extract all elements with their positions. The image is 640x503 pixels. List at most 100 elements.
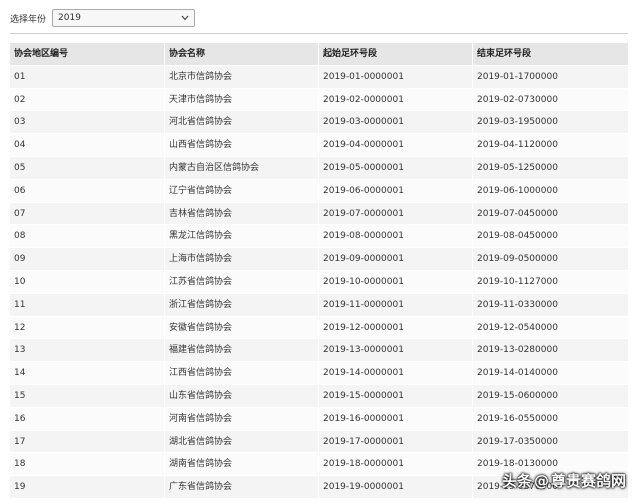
cell-association-name: 辽宁省信鸽协会 [165, 179, 319, 202]
header-start-range: 起始足环号段 [319, 43, 473, 65]
table-row: 07 吉林省信鸽协会 2019-07-0000001 2019-07-0450000 [10, 202, 628, 226]
table-row: 12 安徽省信鸽协会 2019-12-0000001 2019-12-0540000 [10, 316, 628, 340]
table-row: 02 天津市信鸽协会 2019-02-0000001 2019-02-0730000 [10, 88, 628, 112]
table-row: 15 山东省信鸽协会 2019-15-0000001 2019-15-0600000 [10, 384, 628, 408]
table-row: 05 内蒙古自治区信鸽协会 2019-05-0000001 2019-05-12500… [10, 156, 628, 180]
cell-association-name: 河南省信鸽协会 [165, 407, 319, 430]
table-header-row: 协会地区编号 协会名称 起始足环号段 结束足环号段 [10, 43, 628, 66]
cell-end-range: 2019-10-1127000 [473, 270, 628, 293]
cell-start-range: 2019-03-0000001 [319, 111, 473, 134]
cell-region-code: 14 [10, 362, 165, 384]
cell-region-code: 18 [10, 453, 165, 476]
table-row: 17 湖北省信鸽协会 2019-17-0000001 2019-17-0350000 [10, 430, 628, 454]
cell-start-range: 2019-05-0000001 [319, 156, 473, 179]
cell-association-name: 黑龙江信鸽协会 [165, 225, 319, 248]
table-row: 16 河南省信鸽协会 2019-16-0000001 2019-16-0550000 [10, 407, 628, 431]
cell-region-code: 07 [10, 202, 165, 225]
cell-region-code: 03 [10, 111, 165, 134]
cell-region-code: 11 [10, 293, 165, 316]
watermark: 头条 @ 尊贵赛鸽网 [502, 470, 626, 491]
table-row: 13 福建省信鸽协会 2019-13-0000001 2019-13-0280000 [10, 339, 628, 363]
cell-region-code: 01 [10, 65, 165, 88]
table-row: 08 黑龙江信鸽协会 2019-08-0000001 2019-08-0450000 [10, 225, 628, 249]
cell-end-range: 2019-11-0330000 [473, 293, 628, 316]
cell-start-range: 2019-18-0000001 [319, 453, 473, 476]
divider [10, 33, 628, 34]
cell-end-range: 2019-07-0450000 [473, 202, 628, 225]
cell-start-range: 2019-19-0000001 [319, 476, 473, 498]
cell-association-name: 湖南省信鸽协会 [165, 453, 319, 476]
cell-start-range: 2019-01-0000001 [319, 65, 473, 88]
cell-region-code: 19 [10, 476, 165, 498]
cell-region-code: 05 [10, 156, 165, 179]
cell-start-range: 2019-12-0000001 [319, 316, 473, 339]
year-filter: 选择年份 2019 [10, 8, 196, 28]
cell-end-range: 2019-01-1700000 [473, 65, 628, 88]
cell-association-name: 广东省信鸽协会 [165, 476, 319, 498]
cell-start-range: 2019-15-0000001 [319, 384, 473, 407]
cell-region-code: 17 [10, 430, 165, 453]
header-association-name: 协会名称 [165, 43, 319, 65]
watermark-prefix: 头条 [501, 472, 532, 490]
cell-region-code: 02 [10, 88, 165, 111]
cell-end-range: 2019-08-0450000 [473, 225, 628, 248]
cell-start-range: 2019-17-0000001 [319, 430, 473, 453]
cell-end-range: 2019-06-1000000 [473, 179, 628, 202]
cell-region-code: 08 [10, 225, 165, 248]
cell-start-range: 2019-02-0000001 [319, 88, 473, 111]
cell-end-range: 2019-09-0500000 [473, 248, 628, 270]
watermark-name: 尊贵赛鸽网 [550, 472, 626, 490]
cell-region-code: 16 [10, 407, 165, 430]
cell-association-name: 上海市信鸽协会 [165, 248, 319, 270]
cell-end-range: 2019-15-0600000 [473, 384, 628, 407]
cell-end-range: 2019-03-1950000 [473, 111, 628, 134]
cell-association-name: 湖北省信鸽协会 [165, 430, 319, 453]
cell-region-code: 04 [10, 134, 165, 156]
cell-association-name: 北京市信鸽协会 [165, 65, 319, 88]
cell-region-code: 06 [10, 179, 165, 202]
chevron-down-icon [181, 14, 189, 22]
cell-association-name: 江西省信鸽协会 [165, 362, 319, 384]
table-row: 14 江西省信鸽协会 2019-14-0000001 2019-14-0140000 [10, 362, 628, 385]
table-row: 03 河北省信鸽协会 2019-03-0000001 2019-03-1950000 [10, 111, 628, 135]
cell-association-name: 浙江省信鸽协会 [165, 293, 319, 316]
cell-region-code: 15 [10, 384, 165, 407]
cell-region-code: 10 [10, 270, 165, 293]
cell-end-range: 2019-12-0540000 [473, 316, 628, 339]
cell-association-name: 山西省信鸽协会 [165, 134, 319, 156]
cell-association-name: 天津市信鸽协会 [165, 88, 319, 111]
year-filter-label: 选择年份 [10, 14, 47, 25]
table-body: 01 北京市信鸽协会 2019-01-0000001 2019-01-1700000 0… [10, 65, 628, 499]
table-row: 06 辽宁省信鸽协会 2019-06-0000001 2019-06-1000000 [10, 179, 628, 203]
cell-start-range: 2019-10-0000001 [319, 270, 473, 293]
table-row: 10 江苏省信鸽协会 2019-10-0000001 2019-10-1127000 [10, 270, 628, 294]
table-row: 09 上海市信鸽协会 2019-09-0000001 2019-09-0500000 [10, 248, 628, 271]
cell-end-range: 2019-17-0350000 [473, 430, 628, 453]
cell-association-name: 吉林省信鸽协会 [165, 202, 319, 225]
cell-region-code: 13 [10, 339, 165, 362]
table-row: 04 山西省信鸽协会 2019-04-0000001 2019-04-1120000 [10, 134, 628, 157]
cell-association-name: 福建省信鸽协会 [165, 339, 319, 362]
year-select-value: 2019 [58, 13, 81, 23]
header-region-code: 协会地区编号 [10, 43, 165, 65]
year-select[interactable]: 2019 [52, 9, 196, 27]
cell-start-range: 2019-07-0000001 [319, 202, 473, 225]
table-row: 01 北京市信鸽协会 2019-01-0000001 2019-01-1700000 [10, 65, 628, 89]
cell-association-name: 安徽省信鸽协会 [165, 316, 319, 339]
cell-start-range: 2019-08-0000001 [319, 225, 473, 248]
cell-association-name: 内蒙古自治区信鸽协会 [165, 156, 319, 179]
cell-start-range: 2019-04-0000001 [319, 134, 473, 156]
cell-association-name: 江苏省信鸽协会 [165, 270, 319, 293]
header-end-range: 结束足环号段 [473, 43, 628, 65]
table-row: 11 浙江省信鸽协会 2019-11-0000001 2019-11-0330000 [10, 293, 628, 317]
cell-association-name: 山东省信鸽协会 [165, 384, 319, 407]
cell-start-range: 2019-14-0000001 [319, 362, 473, 384]
cell-start-range: 2019-13-0000001 [319, 339, 473, 362]
cell-end-range: 2019-13-0280000 [473, 339, 628, 362]
cell-end-range: 2019-02-0730000 [473, 88, 628, 111]
cell-end-range: 2019-04-1120000 [473, 134, 628, 156]
cell-start-range: 2019-09-0000001 [319, 248, 473, 270]
cell-end-range: 2019-05-1250000 [473, 156, 628, 179]
watermark-at: @ [533, 471, 549, 490]
cell-end-range: 2019-14-0140000 [473, 362, 628, 384]
